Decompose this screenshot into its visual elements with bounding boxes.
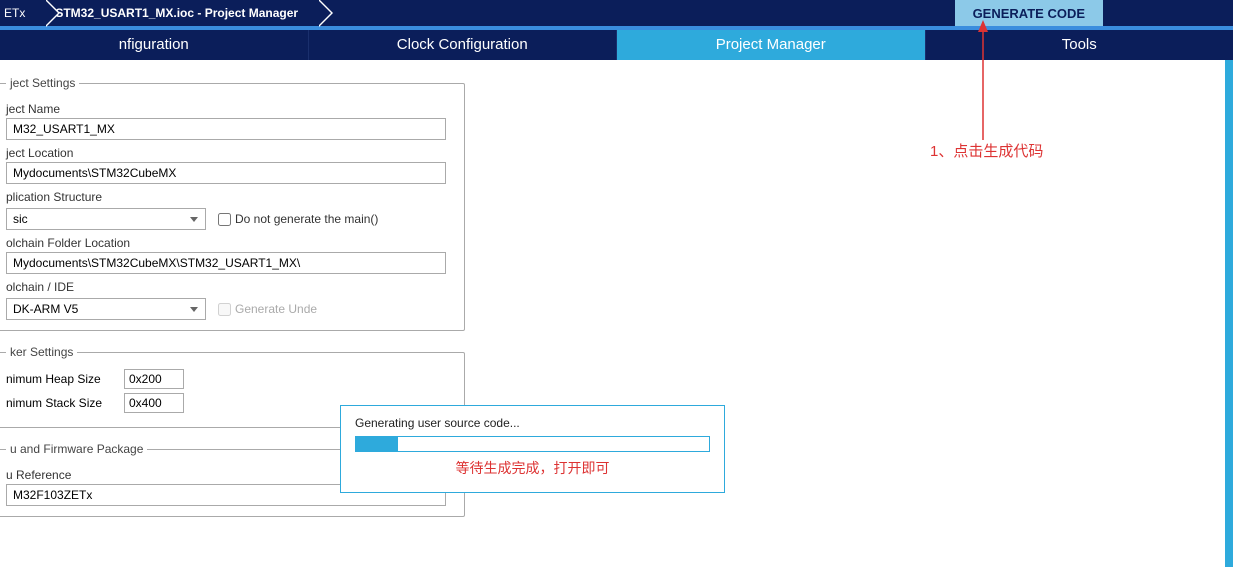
breadcrumb-current-label: STM32_USART1_MX.ioc - Project Manager — [55, 6, 298, 20]
no-main-checkbox-wrap[interactable]: Do not generate the main() — [218, 212, 378, 226]
heap-size-label: nimum Heap Size — [6, 372, 116, 386]
title-bar: ETx STM32_USART1_MX.ioc - Project Manage… — [0, 0, 1233, 26]
tab-project-manager[interactable]: Project Manager — [617, 30, 926, 60]
project-settings-group: ject Settings ject Name ject Location pl… — [0, 76, 465, 331]
project-location-input[interactable] — [6, 162, 446, 184]
app-structure-select[interactable] — [6, 208, 206, 230]
project-location-label: ject Location — [6, 146, 454, 160]
breadcrumb-prev-label: ETx — [4, 6, 25, 20]
toolchain-ide-select[interactable] — [6, 298, 206, 320]
generate-code-button[interactable]: GENERATE CODE — [955, 0, 1103, 26]
project-settings-legend: ject Settings — [6, 76, 79, 90]
project-name-input[interactable] — [6, 118, 446, 140]
app-structure-select-wrap — [6, 208, 206, 230]
progress-dialog: Generating user source code... 等待生成完成，打开… — [340, 405, 725, 493]
annotation-text: 1、点击生成代码 — [930, 140, 1043, 161]
progress-bar — [355, 436, 710, 452]
heap-size-input[interactable] — [124, 369, 184, 389]
toolchain-ide-label: olchain / IDE — [6, 280, 454, 294]
tab-clock-configuration[interactable]: Clock Configuration — [309, 30, 618, 60]
no-main-label: Do not generate the main() — [235, 212, 378, 226]
stack-size-input[interactable] — [124, 393, 184, 413]
app-structure-label: plication Structure — [6, 190, 454, 204]
linker-settings-legend: ker Settings — [6, 345, 77, 359]
breadcrumb-current[interactable]: STM32_USART1_MX.ioc - Project Manager — [45, 0, 318, 26]
progress-message: Generating user source code... — [355, 416, 710, 430]
project-name-label: ject Name — [6, 102, 454, 116]
progress-bar-fill — [356, 437, 398, 451]
generate-under-checkbox-wrap: Generate Unde — [218, 302, 317, 316]
firmware-package-legend: u and Firmware Package — [6, 442, 147, 456]
stack-size-label: nimum Stack Size — [6, 396, 116, 410]
breadcrumb-prev[interactable]: ETx — [0, 0, 45, 26]
tab-pinout-configuration[interactable]: nfiguration — [0, 30, 309, 60]
toolchain-folder-label: olchain Folder Location — [6, 236, 454, 250]
progress-note: 等待生成完成，打开即可 — [355, 458, 710, 478]
no-main-checkbox[interactable] — [218, 213, 231, 226]
toolchain-folder-input[interactable] — [6, 252, 446, 274]
generate-under-label: Generate Unde — [235, 302, 317, 316]
toolchain-ide-select-wrap — [6, 298, 206, 320]
tab-strip: nfiguration Clock Configuration Project … — [0, 30, 1233, 60]
generate-under-checkbox — [218, 303, 231, 316]
main-content: ject Settings ject Name ject Location pl… — [0, 60, 1233, 567]
tab-tools[interactable]: Tools — [926, 30, 1233, 60]
